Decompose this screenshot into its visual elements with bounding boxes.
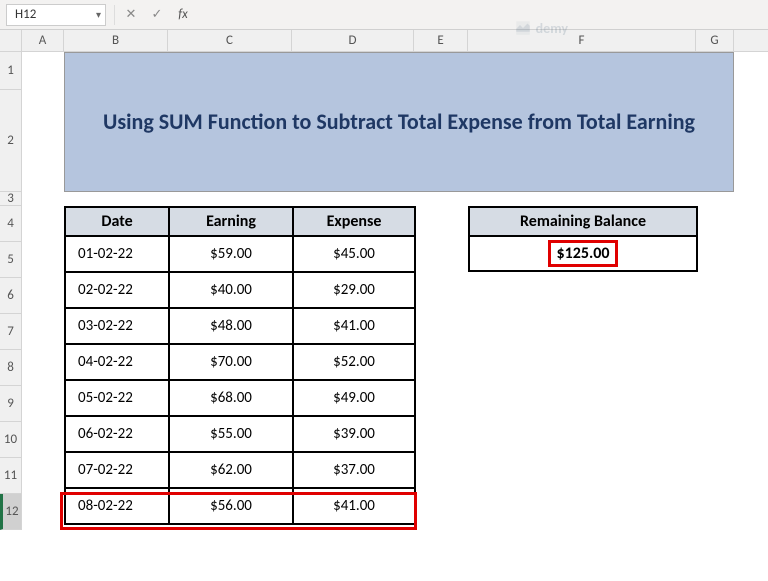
cell-date[interactable]: 05-02-22 (65, 380, 169, 416)
row-header-1[interactable]: 1 (0, 52, 21, 90)
cell-date[interactable]: 06-02-22 (65, 416, 169, 452)
column-headers: ABCDEFG (22, 30, 768, 52)
cell-expense[interactable]: $45.00 (293, 236, 415, 272)
row-header-6[interactable]: 6 (0, 278, 21, 314)
cell-expense[interactable]: $41.00 (293, 488, 415, 524)
header-balance: Remaining Balance (469, 207, 697, 236)
cell-expense[interactable]: $41.00 (293, 308, 415, 344)
title-text: Using SUM Function to Subtract Total Exp… (103, 108, 695, 137)
col-header-C[interactable]: C (168, 30, 292, 51)
cell-date[interactable]: 03-02-22 (65, 308, 169, 344)
row-header-9[interactable]: 9 (0, 386, 21, 422)
col-header-E[interactable]: E (414, 30, 468, 51)
fx-icon[interactable]: fx (175, 7, 191, 23)
cell-expense[interactable]: $49.00 (293, 380, 415, 416)
name-box[interactable]: H12 ▾ (6, 4, 106, 26)
title-merged-cell: Using SUM Function to Subtract Total Exp… (64, 52, 734, 192)
check-icon[interactable]: ✓ (149, 7, 165, 23)
headers-column: 123456789101112 (0, 30, 22, 581)
table-row: 07-02-22$62.00$37.00 (65, 452, 415, 488)
cell-earning[interactable]: $59.00 (169, 236, 293, 272)
row-header-3[interactable]: 3 (0, 192, 21, 206)
cell-earning[interactable]: $48.00 (169, 308, 293, 344)
name-box-value: H12 (15, 7, 36, 22)
cell-earning[interactable]: $55.00 (169, 416, 293, 452)
balance-cell: $125.00 (469, 236, 697, 271)
table-row: 03-02-22$48.00$41.00 (65, 308, 415, 344)
cell-expense[interactable]: $29.00 (293, 272, 415, 308)
table-row: 04-02-22$70.00$52.00 (65, 344, 415, 380)
col-header-D[interactable]: D (292, 30, 414, 51)
row-headers: 123456789101112 (0, 52, 22, 530)
header-earning: Earning (169, 207, 293, 236)
table-row: 01-02-22$59.00$45.00 (65, 236, 415, 272)
formula-bar: H12 ▾ ✕ ✓ fx (0, 0, 768, 30)
col-header-F[interactable]: F (468, 30, 696, 51)
col-header-B[interactable]: B (64, 30, 168, 51)
col-header-A[interactable]: A (22, 30, 64, 51)
cell-earning[interactable]: $40.00 (169, 272, 293, 308)
cell-earning[interactable]: $62.00 (169, 452, 293, 488)
cell-expense[interactable]: $52.00 (293, 344, 415, 380)
divider (114, 5, 115, 25)
row-header-10[interactable]: 10 (0, 422, 21, 458)
row-header-2[interactable]: 2 (0, 90, 21, 192)
row-header-4[interactable]: 4 (0, 206, 21, 242)
cell-date[interactable]: 07-02-22 (65, 452, 169, 488)
cell-date[interactable]: 08-02-22 (65, 488, 169, 524)
row-header-5[interactable]: 5 (0, 242, 21, 278)
table-row: 08-02-22$56.00$41.00 (65, 488, 415, 524)
expense-table: Date Earning Expense 01-02-22$59.00$45.0… (64, 206, 416, 525)
cell-earning[interactable]: $56.00 (169, 488, 293, 524)
cell-date[interactable]: 02-02-22 (65, 272, 169, 308)
row-header-11[interactable]: 11 (0, 458, 21, 494)
row-header-7[interactable]: 7 (0, 314, 21, 350)
balance-table: Remaining Balance $125.00 (468, 206, 698, 272)
select-all-corner[interactable] (0, 30, 22, 52)
grid-area: 123456789101112 ABCDEFG Using SUM Functi… (0, 30, 768, 581)
table-row: 06-02-22$55.00$39.00 (65, 416, 415, 452)
cell-earning[interactable]: $68.00 (169, 380, 293, 416)
header-expense: Expense (293, 207, 415, 236)
cancel-icon[interactable]: ✕ (123, 7, 139, 23)
sheet: ABCDEFG Using SUM Function to Subtract T… (22, 30, 768, 581)
cell-expense[interactable]: $39.00 (293, 416, 415, 452)
balance-value: $125.00 (548, 240, 619, 267)
cell-earning[interactable]: $70.00 (169, 344, 293, 380)
row-header-12[interactable]: 12 (0, 494, 21, 530)
formula-bar-icons: ✕ ✓ fx (123, 7, 191, 23)
col-header-G[interactable]: G (696, 30, 734, 51)
chevron-down-icon: ▾ (96, 8, 101, 21)
formula-input[interactable] (197, 4, 762, 26)
table-row: 05-02-22$68.00$49.00 (65, 380, 415, 416)
table-row: 02-02-22$40.00$29.00 (65, 272, 415, 308)
row-header-8[interactable]: 8 (0, 350, 21, 386)
cell-date[interactable]: 04-02-22 (65, 344, 169, 380)
cell-date[interactable]: 01-02-22 (65, 236, 169, 272)
cell-expense[interactable]: $37.00 (293, 452, 415, 488)
header-date: Date (65, 207, 169, 236)
